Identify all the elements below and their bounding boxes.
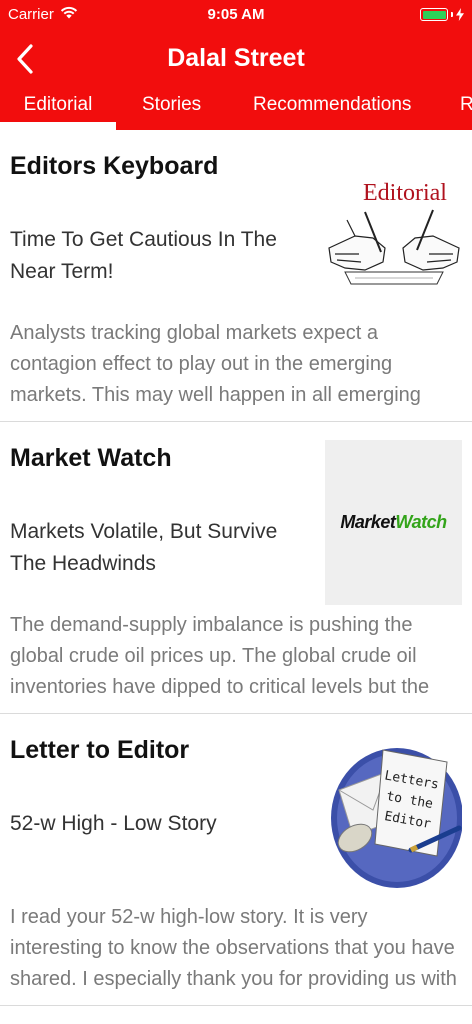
article-card-market-watch[interactable]: Market Watch Markets Volatile, But Survi…: [0, 422, 472, 714]
card-snippet: Analysts tracking global markets expect …: [10, 322, 421, 406]
navigation-bar: Dalal Street: [0, 30, 472, 88]
tab-bar: Editorial Stories Recommendations R: [0, 88, 472, 130]
editorial-thumbnail: Editorial: [325, 148, 462, 313]
letters-thumbnail: Letters to the Editor: [325, 732, 463, 897]
battery-icon: [420, 8, 464, 21]
tab-editorial-label: Editorial: [23, 94, 93, 115]
tab-stories-label: Stories: [142, 94, 202, 115]
top-bar: Carrier 9:05 AM Dalal Street Editorial S…: [0, 0, 472, 130]
tab-editorial[interactable]: Editorial: [0, 88, 116, 130]
tab-stories[interactable]: Stories: [142, 88, 201, 130]
card-section-title: Letter to Editor: [10, 736, 190, 764]
tab-partial-label: R: [460, 94, 472, 115]
marketwatch-thumbnail: MarketWatch: [325, 440, 462, 605]
tab-recommendations[interactable]: Recommendations: [253, 88, 411, 130]
editorial-thumb-text: Editorial: [363, 180, 447, 206]
card-snippet: The demand-supply imbalance is pushing t…: [10, 614, 430, 698]
tab-partial[interactable]: R: [460, 88, 472, 130]
card-section-title: Editors Keyboard: [10, 152, 219, 180]
card-headline: Markets Volatile, But Survive The Headwi…: [10, 520, 278, 575]
card-section-title: Market Watch: [10, 444, 172, 472]
active-tab-indicator: [0, 122, 116, 130]
article-card-letter-to-editor[interactable]: Letter to Editor 52-w High - Low Story I…: [0, 714, 472, 1006]
card-headline: 52-w High - Low Story: [10, 812, 217, 835]
card-divider: [10, 1004, 472, 1006]
marketwatch-logo: MarketWatch: [340, 512, 447, 532]
page-title: Dalal Street: [167, 44, 305, 72]
article-card-editors-keyboard[interactable]: Editors Keyboard Time To Get Cautious In…: [0, 130, 472, 422]
card-snippet: I read your 52-w high-low story. It is v…: [10, 906, 457, 990]
article-list: Editors Keyboard Time To Get Cautious In…: [0, 130, 472, 1006]
tab-recommendations-label: Recommendations: [253, 94, 412, 115]
status-bar: Carrier 9:05 AM: [0, 0, 472, 30]
clock: 9:05 AM: [207, 6, 265, 23]
card-headline: Time To Get Cautious In The Near Term!: [10, 228, 277, 283]
charging-icon: [456, 8, 464, 21]
